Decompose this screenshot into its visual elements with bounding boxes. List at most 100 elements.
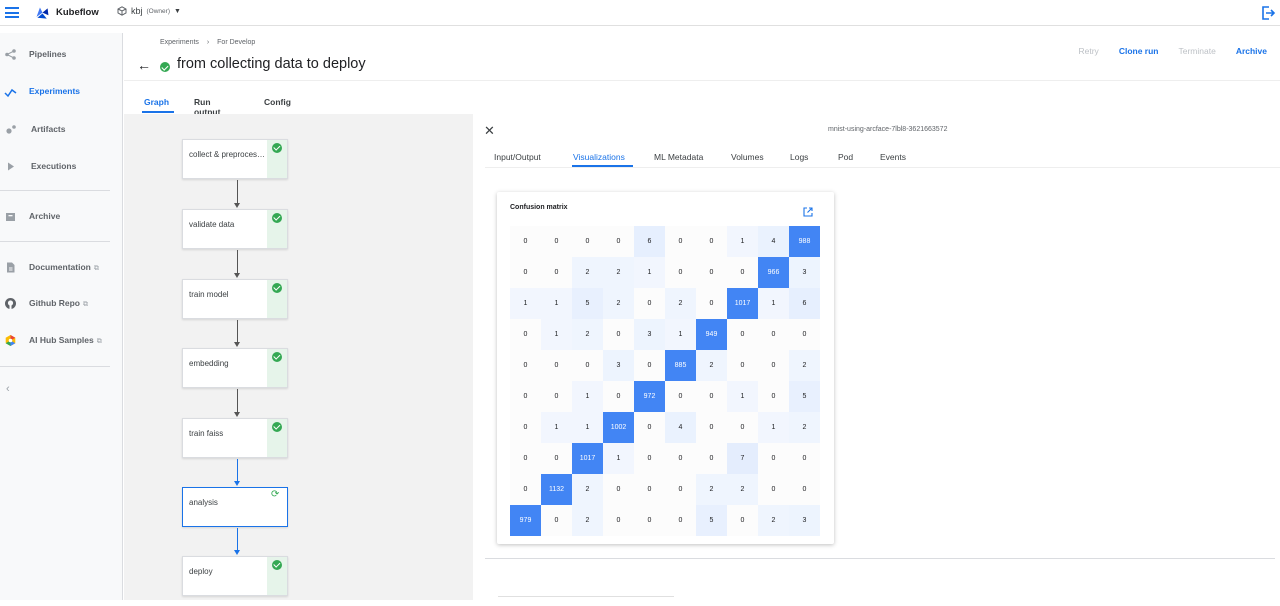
matrix-cell: 0	[665, 505, 696, 536]
matrix-cell: 2	[727, 474, 758, 505]
graph-edge	[237, 250, 239, 273]
matrix-cell: 885	[665, 350, 696, 381]
tab-pod[interactable]: Pod	[838, 152, 853, 162]
page-title: from collecting data to deploy	[177, 56, 366, 72]
matrix-cell: 1	[634, 257, 665, 288]
graph-node-deploy[interactable]: deploy	[182, 556, 288, 596]
matrix-cell: 2	[572, 319, 603, 350]
edge-arrow	[234, 412, 240, 417]
matrix-cell: 0	[572, 226, 603, 257]
sidebar-item-ai-hub-samples[interactable]: AI Hub Samples ⧉	[0, 329, 123, 351]
tab-input-output[interactable]: Input/Output	[494, 152, 541, 162]
documentation-icon	[7, 262, 15, 272]
sidebar-item-artifacts[interactable]: Artifacts	[0, 118, 123, 140]
running-sync-icon: ⟳	[271, 489, 280, 500]
sidebar-divider	[0, 366, 110, 367]
graph-node-validate-data[interactable]: validate data	[182, 209, 288, 249]
namespace-selector[interactable]: kbj (Owner) ▼	[117, 6, 181, 16]
breadcrumb-experiment[interactable]: For Develop	[217, 39, 255, 46]
sidebar-item-executions[interactable]: Executions	[0, 155, 123, 177]
open-in-new-icon[interactable]	[803, 207, 813, 217]
node-status: ⟳	[267, 488, 287, 526]
collapse-sidebar-icon[interactable]: ‹	[6, 383, 10, 395]
matrix-cell: 949	[696, 319, 727, 350]
tab-graph[interactable]: Graph	[144, 97, 169, 107]
tab-logs[interactable]: Logs	[790, 152, 808, 162]
matrix-cell: 0	[510, 443, 541, 474]
archive-button[interactable]: Archive	[1236, 46, 1267, 56]
tab-events[interactable]: Events	[880, 152, 906, 162]
logout-icon[interactable]	[1260, 5, 1276, 21]
matrix-cell: 966	[758, 257, 789, 288]
sidebar-item-experiments[interactable]: Experiments	[0, 80, 123, 102]
sidebar-item-github-repo[interactable]: Github Repo ⧉	[0, 292, 123, 314]
check-circle-icon	[272, 352, 282, 362]
clone-run-button[interactable]: Clone run	[1119, 46, 1159, 56]
graph-node-collect-preprocess[interactable]: collect & preprocess data	[182, 139, 288, 179]
node-status	[267, 557, 287, 595]
matrix-cell: 0	[603, 319, 634, 350]
graph-node-embedding[interactable]: embedding	[182, 348, 288, 388]
chevron-down-icon: ▼	[174, 7, 181, 15]
terminate-button[interactable]: Terminate	[1178, 46, 1215, 56]
matrix-cell: 5	[789, 381, 820, 412]
tab-volumes[interactable]: Volumes	[731, 152, 764, 162]
sidebar-divider	[0, 241, 110, 242]
back-arrow-icon[interactable]: ←	[137, 57, 151, 73]
matrix-cell: 0	[634, 505, 665, 536]
pipeline-graph: collect & preprocess data validate data …	[124, 114, 473, 600]
hamburger-menu-icon[interactable]	[5, 7, 19, 18]
github-icon	[5, 297, 16, 309]
matrix-cell: 0	[696, 443, 727, 474]
kubeflow-logo-icon[interactable]	[34, 5, 51, 22]
sidebar-item-archive[interactable]: Archive	[0, 205, 123, 227]
matrix-cell: 0	[758, 474, 789, 505]
close-icon[interactable]: ✕	[484, 123, 495, 139]
matrix-cell: 0	[510, 474, 541, 505]
node-status	[267, 210, 287, 248]
check-circle-icon	[272, 283, 282, 293]
check-circle-icon	[272, 143, 282, 153]
edge-arrow	[234, 342, 240, 347]
matrix-cell: 2	[789, 412, 820, 443]
matrix-cell: 0	[665, 226, 696, 257]
tab-visualizations[interactable]: Visualizations	[573, 152, 625, 162]
matrix-cell: 1	[572, 412, 603, 443]
matrix-cell: 988	[789, 226, 820, 257]
pod-name: mnist-using-arcface-7lbl8-3621663572	[828, 126, 948, 133]
namespace-name: kbj	[131, 6, 143, 16]
active-tab-indicator	[142, 111, 174, 113]
sidebar-item-pipelines[interactable]: Pipelines	[0, 43, 123, 65]
matrix-cell: 0	[603, 381, 634, 412]
sidebar-item-documentation[interactable]: Documentation ⧉	[0, 256, 123, 278]
matrix-cell: 0	[634, 350, 665, 381]
matrix-cell: 0	[634, 412, 665, 443]
breadcrumb: Experiments › For Develop	[160, 39, 261, 46]
tabs-divider	[485, 167, 1280, 168]
edge-arrow	[234, 203, 240, 208]
matrix-cell: 0	[696, 412, 727, 443]
tab-config[interactable]: Config	[264, 97, 291, 107]
node-label: embedding	[189, 359, 229, 368]
namespace-role: (Owner)	[146, 7, 170, 15]
sidebar-item-label: Github Repo ⧉	[29, 298, 88, 309]
sidebar-item-text: AI Hub Samples	[29, 334, 94, 345]
confusion-matrix-card: Confusion matrix 0 0 0 0 6 0 0 1 4 988 0 0 2 2 1 0 0 0 966…	[497, 192, 834, 544]
matrix-cell: 0	[541, 381, 572, 412]
matrix-cell: 0	[603, 226, 634, 257]
matrix-cell: 1	[603, 443, 634, 474]
card-title: Confusion matrix	[510, 204, 568, 211]
matrix-cell: 0	[510, 319, 541, 350]
matrix-cell: 2	[665, 288, 696, 319]
retry-button[interactable]: Retry	[1079, 46, 1099, 56]
matrix-cell: 6	[789, 288, 820, 319]
tab-ml-metadata[interactable]: ML Metadata	[654, 152, 703, 162]
graph-node-analysis[interactable]: analysis ⟳	[182, 487, 288, 527]
graph-node-train-faiss[interactable]: train faiss	[182, 418, 288, 458]
matrix-cell: 0	[758, 443, 789, 474]
matrix-cell: 3	[789, 257, 820, 288]
breadcrumb-experiments[interactable]: Experiments	[160, 39, 199, 46]
sidebar-item-label: AI Hub Samples ⧉	[29, 335, 102, 346]
graph-node-train-model[interactable]: train model	[182, 279, 288, 319]
brand-name[interactable]: Kubeflow	[56, 7, 99, 18]
